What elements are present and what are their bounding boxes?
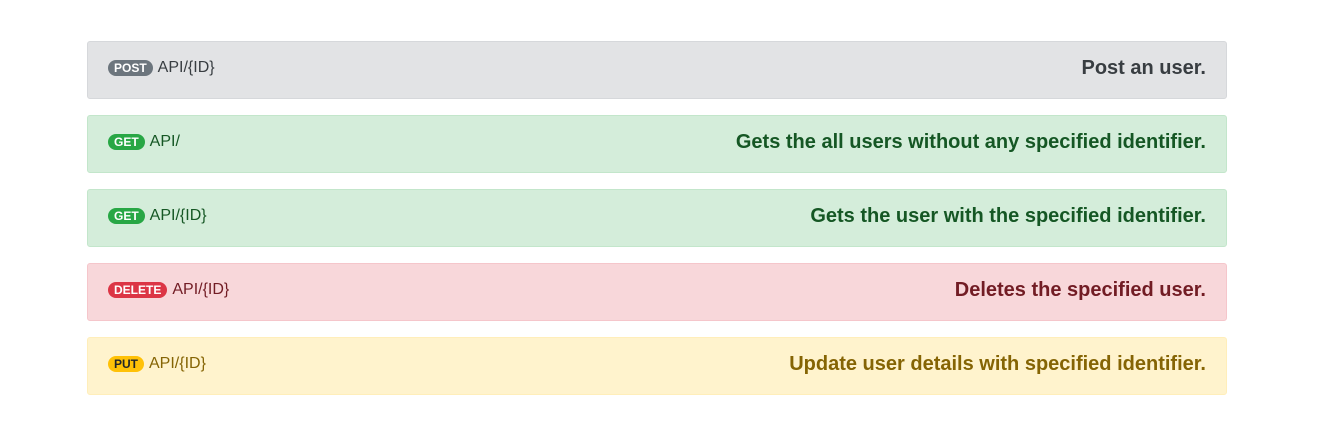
- endpoint-description: Post an user.: [1081, 57, 1207, 79]
- endpoint-left: POST API/{ID}: [108, 56, 215, 80]
- endpoint-route: API/{ID}: [157, 59, 215, 76]
- endpoint-route: API/: [149, 133, 180, 150]
- endpoint-left: PUT API/{ID}: [108, 352, 206, 376]
- endpoint-post-user[interactable]: POST API/{ID} Post an user.: [87, 41, 1227, 99]
- method-badge-delete: DELETE: [108, 282, 168, 298]
- endpoint-put-user[interactable]: PUT API/{ID} Update user details with sp…: [87, 337, 1227, 395]
- endpoint-left: DELETE API/{ID}: [108, 278, 229, 302]
- endpoint-description: Deletes the specified user.: [954, 279, 1206, 301]
- method-badge-post: POST: [108, 60, 153, 76]
- endpoint-route: API/{ID}: [149, 207, 207, 224]
- endpoint-get-all-users[interactable]: GET API/ Gets the all users without any …: [87, 115, 1227, 173]
- method-badge-get: GET: [108, 134, 145, 150]
- endpoint-get-user[interactable]: GET API/{ID} Gets the user with the spec…: [87, 189, 1227, 247]
- endpoint-left: GET API/: [108, 130, 180, 154]
- endpoint-description: Gets the all users without any specified…: [735, 131, 1206, 153]
- endpoint-delete-user[interactable]: DELETE API/{ID} Deletes the specified us…: [87, 263, 1227, 321]
- method-badge-get: GET: [108, 208, 145, 224]
- endpoint-description: Update user details with specified ident…: [789, 353, 1206, 375]
- method-badge-put: PUT: [108, 356, 144, 372]
- endpoint-description: Gets the user with the specified identif…: [810, 205, 1206, 227]
- endpoint-list: POST API/{ID} Post an user. GET API/ Get…: [87, 41, 1227, 411]
- endpoint-left: GET API/{ID}: [108, 204, 207, 228]
- endpoint-route: API/{ID}: [172, 281, 230, 298]
- endpoint-route: API/{ID}: [149, 355, 206, 372]
